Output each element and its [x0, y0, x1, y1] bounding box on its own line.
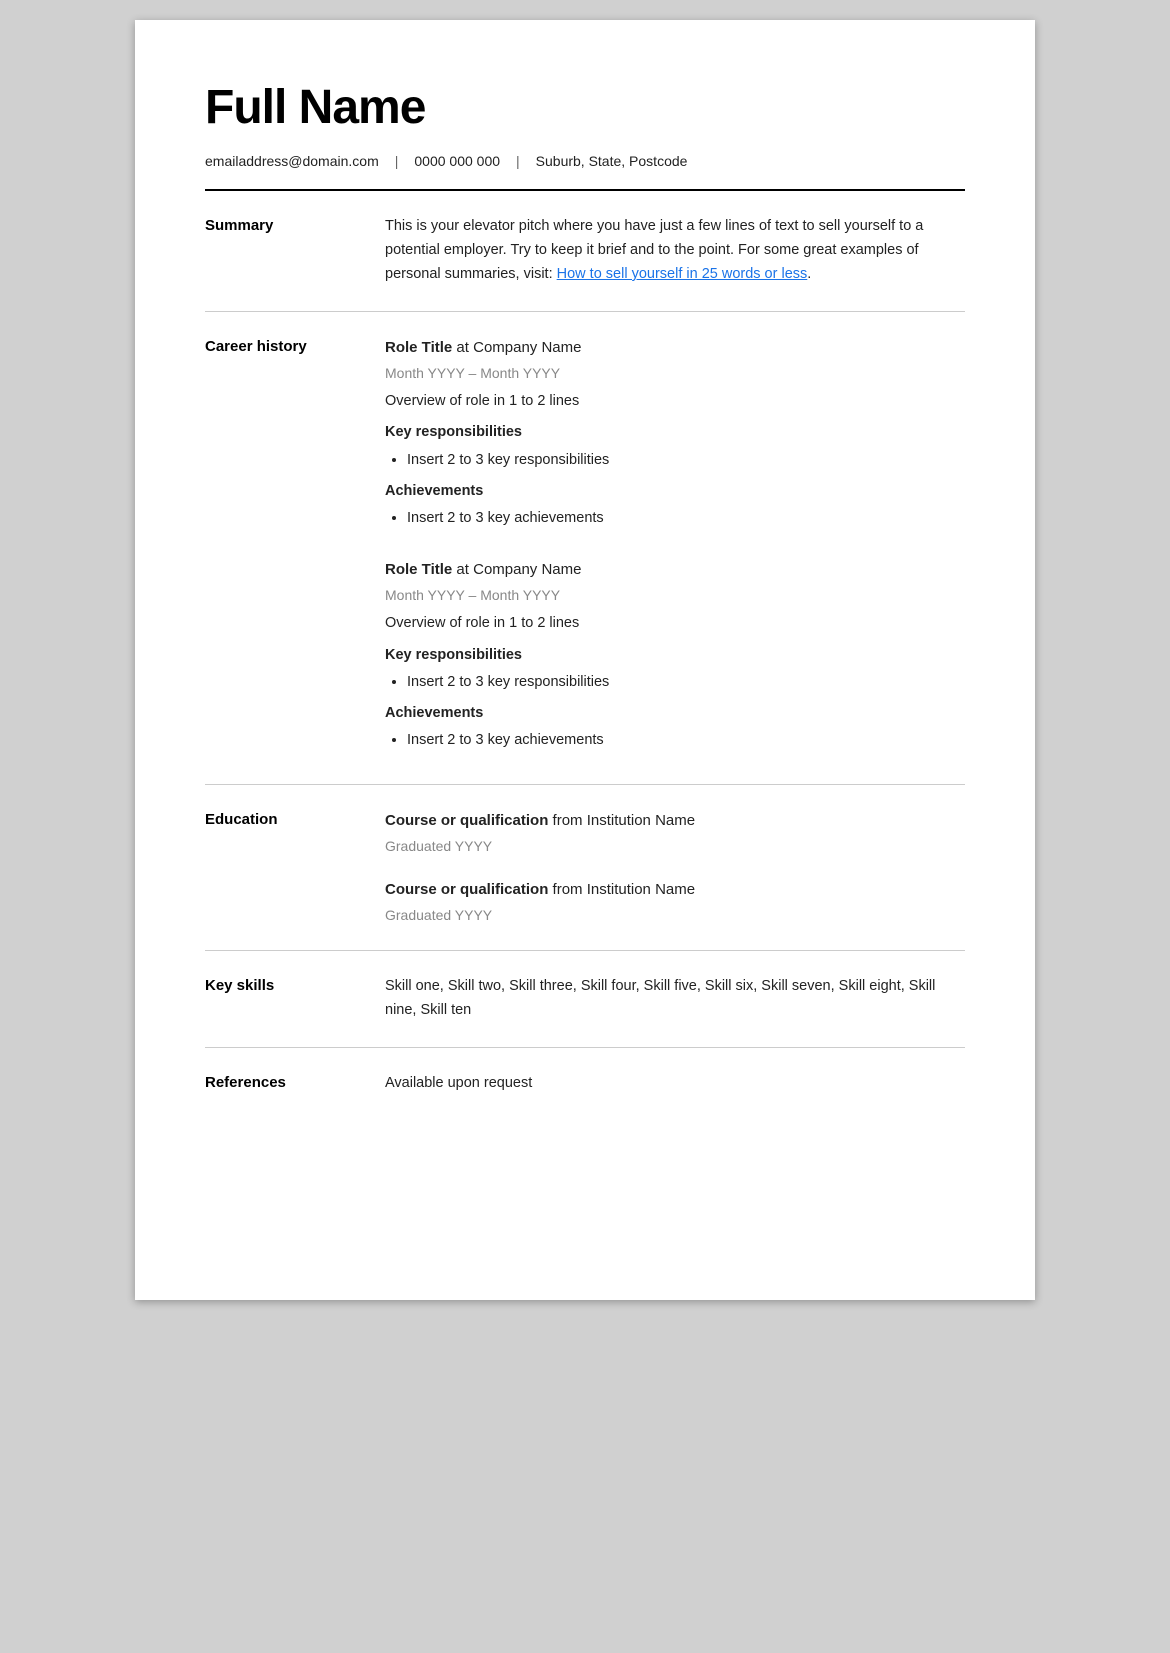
- edu-2-course: Course or qualification: [385, 881, 548, 898]
- header: Full Name emailaddress@domain.com | 0000…: [205, 80, 965, 191]
- summary-link[interactable]: How to sell yourself in 25 words or less: [557, 266, 808, 282]
- references-text: Available upon request: [385, 1072, 965, 1095]
- edu-2-title-line: Course or qualification from Institution…: [385, 878, 965, 902]
- summary-content: This is your elevator pitch where you ha…: [385, 215, 965, 287]
- job-1-title: Role Title: [385, 339, 452, 356]
- job-block-1: Role Title at Company Name Month YYYY – …: [385, 336, 965, 530]
- job-2-achievements-label: Achievements: [385, 702, 965, 725]
- full-name: Full Name: [205, 80, 965, 135]
- separator-1: |: [395, 153, 399, 169]
- career-history-section: Career history Role Title at Company Nam…: [205, 312, 965, 786]
- career-history-content: Role Title at Company Name Month YYYY – …: [385, 336, 965, 761]
- edu-2-graduated: Graduated YYYY: [385, 904, 965, 926]
- key-skills-label: Key skills: [205, 975, 385, 1023]
- references-section: References Available upon request: [205, 1048, 965, 1119]
- location: Suburb, State, Postcode: [536, 153, 688, 169]
- job-1-company: Company Name: [473, 339, 581, 356]
- skills-text: Skill one, Skill two, Skill three, Skill…: [385, 975, 965, 1023]
- job-block-2: Role Title at Company Name Month YYYY – …: [385, 558, 965, 752]
- job-2-achievements-list: Insert 2 to 3 key achievements: [385, 729, 965, 752]
- summary-text: This is your elevator pitch where you ha…: [385, 215, 965, 287]
- contact-line: emailaddress@domain.com | 0000 000 000 |…: [205, 153, 965, 169]
- edu-1-course: Course or qualification: [385, 812, 548, 829]
- references-label: References: [205, 1072, 385, 1095]
- job-1-overview: Overview of role in 1 to 2 lines: [385, 390, 965, 413]
- summary-label: Summary: [205, 215, 385, 287]
- job-1-achievements-list: Insert 2 to 3 key achievements: [385, 507, 965, 530]
- job-2-title-line: Role Title at Company Name: [385, 558, 965, 582]
- job-1-achievements-label: Achievements: [385, 480, 965, 503]
- job-1-achievement-1: Insert 2 to 3 key achievements: [407, 507, 965, 530]
- job-1-responsibility-1: Insert 2 to 3 key responsibilities: [407, 449, 965, 472]
- education-content: Course or qualification from Institution…: [385, 809, 965, 926]
- career-history-label: Career history: [205, 336, 385, 761]
- job-1-date: Month YYYY – Month YYYY: [385, 362, 965, 384]
- job-2-title: Role Title: [385, 561, 452, 578]
- separator-2: |: [516, 153, 520, 169]
- summary-text-after: .: [807, 266, 811, 282]
- resume-page: Full Name emailaddress@domain.com | 0000…: [135, 20, 1035, 1300]
- key-skills-content: Skill one, Skill two, Skill three, Skill…: [385, 975, 965, 1023]
- edu-1-graduated: Graduated YYYY: [385, 835, 965, 857]
- education-section: Education Course or qualification from I…: [205, 785, 965, 951]
- job-2-date: Month YYYY – Month YYYY: [385, 584, 965, 606]
- summary-section: Summary This is your elevator pitch wher…: [205, 191, 965, 312]
- edu-1-title-line: Course or qualification from Institution…: [385, 809, 965, 833]
- job-2-achievement-1: Insert 2 to 3 key achievements: [407, 729, 965, 752]
- job-2-responsibilities-list: Insert 2 to 3 key responsibilities: [385, 671, 965, 694]
- job-1-responsibilities-list: Insert 2 to 3 key responsibilities: [385, 449, 965, 472]
- job-2-responsibility-1: Insert 2 to 3 key responsibilities: [407, 671, 965, 694]
- job-2-company: Company Name: [473, 561, 581, 578]
- job-2-at: at: [456, 561, 473, 578]
- job-1-title-line: Role Title at Company Name: [385, 336, 965, 360]
- edu-1-institution-text: from Institution Name: [553, 812, 696, 829]
- job-2-responsibilities-label: Key responsibilities: [385, 644, 965, 667]
- edu-2-institution-text: from Institution Name: [553, 881, 696, 898]
- phone: 0000 000 000: [414, 153, 500, 169]
- job-1-at: at: [456, 339, 473, 356]
- edu-block-1: Course or qualification from Institution…: [385, 809, 965, 857]
- education-label: Education: [205, 809, 385, 926]
- job-1-responsibilities-label: Key responsibilities: [385, 421, 965, 444]
- edu-block-2: Course or qualification from Institution…: [385, 878, 965, 926]
- job-2-overview: Overview of role in 1 to 2 lines: [385, 612, 965, 635]
- references-content: Available upon request: [385, 1072, 965, 1095]
- email: emailaddress@domain.com: [205, 153, 379, 169]
- key-skills-section: Key skills Skill one, Skill two, Skill t…: [205, 951, 965, 1048]
